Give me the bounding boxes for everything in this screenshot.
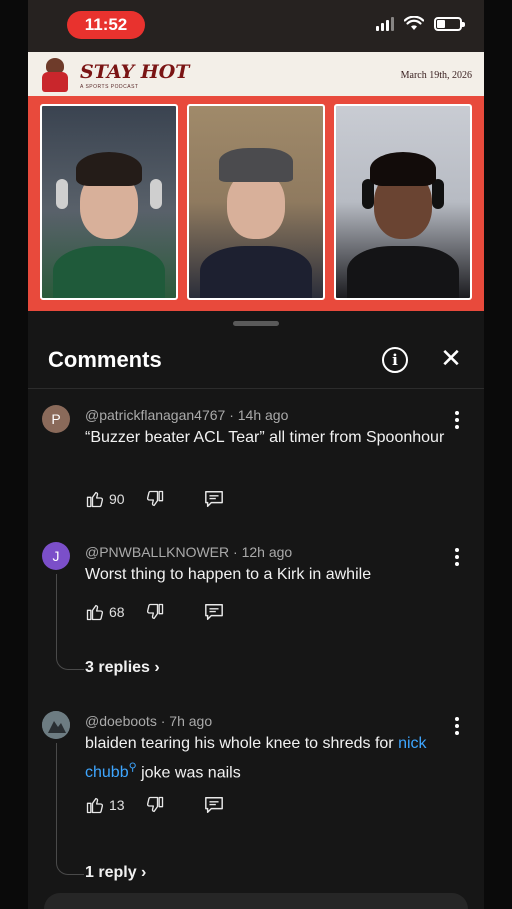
reply-button[interactable]	[203, 602, 225, 622]
status-bar: 11:52	[28, 0, 484, 52]
view-replies-button[interactable]: 3 replies ›	[85, 659, 160, 677]
comment-time: 7h ago	[169, 713, 213, 729]
host-video-panel-1	[40, 104, 178, 300]
episode-date: March 19th, 2026	[400, 70, 472, 81]
comment-time: 12h ago	[241, 544, 293, 560]
status-time[interactable]: 11:52	[67, 11, 145, 39]
like-button[interactable]: 68	[85, 602, 145, 622]
reply-button[interactable]	[203, 489, 225, 509]
video-panels	[40, 104, 472, 300]
reply-icon	[205, 604, 223, 620]
dislike-button[interactable]	[145, 489, 203, 509]
like-button[interactable]: 90	[85, 489, 145, 509]
comment-author[interactable]: @PNWBALLKNOWER	[85, 544, 229, 560]
avatar-image-icon	[42, 711, 70, 739]
thumbs-down-icon	[146, 603, 164, 620]
thumbs-up-icon	[86, 797, 104, 814]
screen-bezel-right	[484, 0, 512, 909]
sheet-drag-handle[interactable]	[233, 321, 279, 326]
comment-meta: @patrickflanagan4767 · 14h ago	[85, 407, 289, 423]
comment-actions: 13	[85, 793, 225, 817]
view-replies-button[interactable]: 1 reply ›	[85, 864, 146, 882]
cellular-signal-icon	[376, 16, 394, 31]
comments-sheet: Comments i ✕ P @patrickflanagan4767 · 14…	[28, 311, 484, 909]
video-header-banner: STAY HOT A SPORTS PODCAST March 19th, 20…	[28, 52, 484, 96]
like-count: 68	[109, 604, 125, 620]
thumbs-up-icon	[86, 491, 104, 508]
status-icons	[376, 16, 465, 31]
info-icon[interactable]: i	[382, 347, 408, 373]
comment-text: blaiden tearing his whole knee to shreds…	[85, 735, 427, 782]
comment-actions: 90	[85, 487, 225, 511]
comments-title: Comments	[48, 347, 162, 372]
avatar[interactable]: P	[42, 405, 70, 433]
dislike-button[interactable]	[145, 602, 203, 622]
header-divider	[28, 388, 484, 389]
video-player[interactable]: STAY HOT A SPORTS PODCAST March 19th, 20…	[28, 52, 484, 311]
podcast-logo: STAY HOT A SPORTS PODCAST	[38, 56, 189, 96]
logo-text: STAY HOT	[80, 60, 190, 83]
like-button[interactable]: 13	[85, 795, 145, 815]
avatar[interactable]: J	[42, 542, 70, 570]
comment-author[interactable]: @patrickflanagan4767	[85, 407, 225, 423]
comment-time: 14h ago	[237, 407, 289, 423]
like-count: 90	[109, 491, 125, 507]
host-video-panel-3	[334, 104, 472, 300]
dislike-button[interactable]	[145, 795, 203, 815]
comment-meta: @doeboots · 7h ago	[85, 713, 213, 729]
chevron-right-icon: ›	[141, 864, 147, 881]
mascot-icon	[38, 56, 74, 96]
thumbs-down-icon	[146, 490, 164, 507]
avatar[interactable]	[42, 711, 70, 739]
logo-subtitle: A SPORTS PODCAST	[80, 83, 139, 90]
reply-button[interactable]	[203, 795, 225, 815]
like-count: 13	[109, 797, 125, 813]
search-icon: ⚲	[128, 762, 137, 774]
battery-icon	[434, 16, 465, 31]
thread-line	[56, 743, 84, 875]
comment-input[interactable]	[44, 893, 468, 909]
wifi-icon	[404, 16, 424, 30]
reply-icon	[205, 797, 223, 813]
comment-actions: 68	[85, 600, 225, 624]
thumbs-up-icon	[86, 604, 104, 621]
comment-author[interactable]: @doeboots	[85, 713, 157, 729]
comment-text: Worst thing to happen to a Kirk in awhil…	[85, 566, 372, 583]
comment-text: “Buzzer beater ACL Tear” all timer from …	[85, 429, 445, 446]
screen-bezel-left	[0, 0, 28, 909]
chevron-right-icon: ›	[154, 659, 160, 676]
thread-line	[56, 574, 84, 670]
thumbs-down-icon	[146, 796, 164, 813]
reply-icon	[205, 491, 223, 507]
comment-meta: @PNWBALLKNOWER · 12h ago	[85, 544, 293, 560]
close-icon[interactable]: ✕	[438, 345, 464, 371]
host-video-panel-2	[187, 104, 325, 300]
